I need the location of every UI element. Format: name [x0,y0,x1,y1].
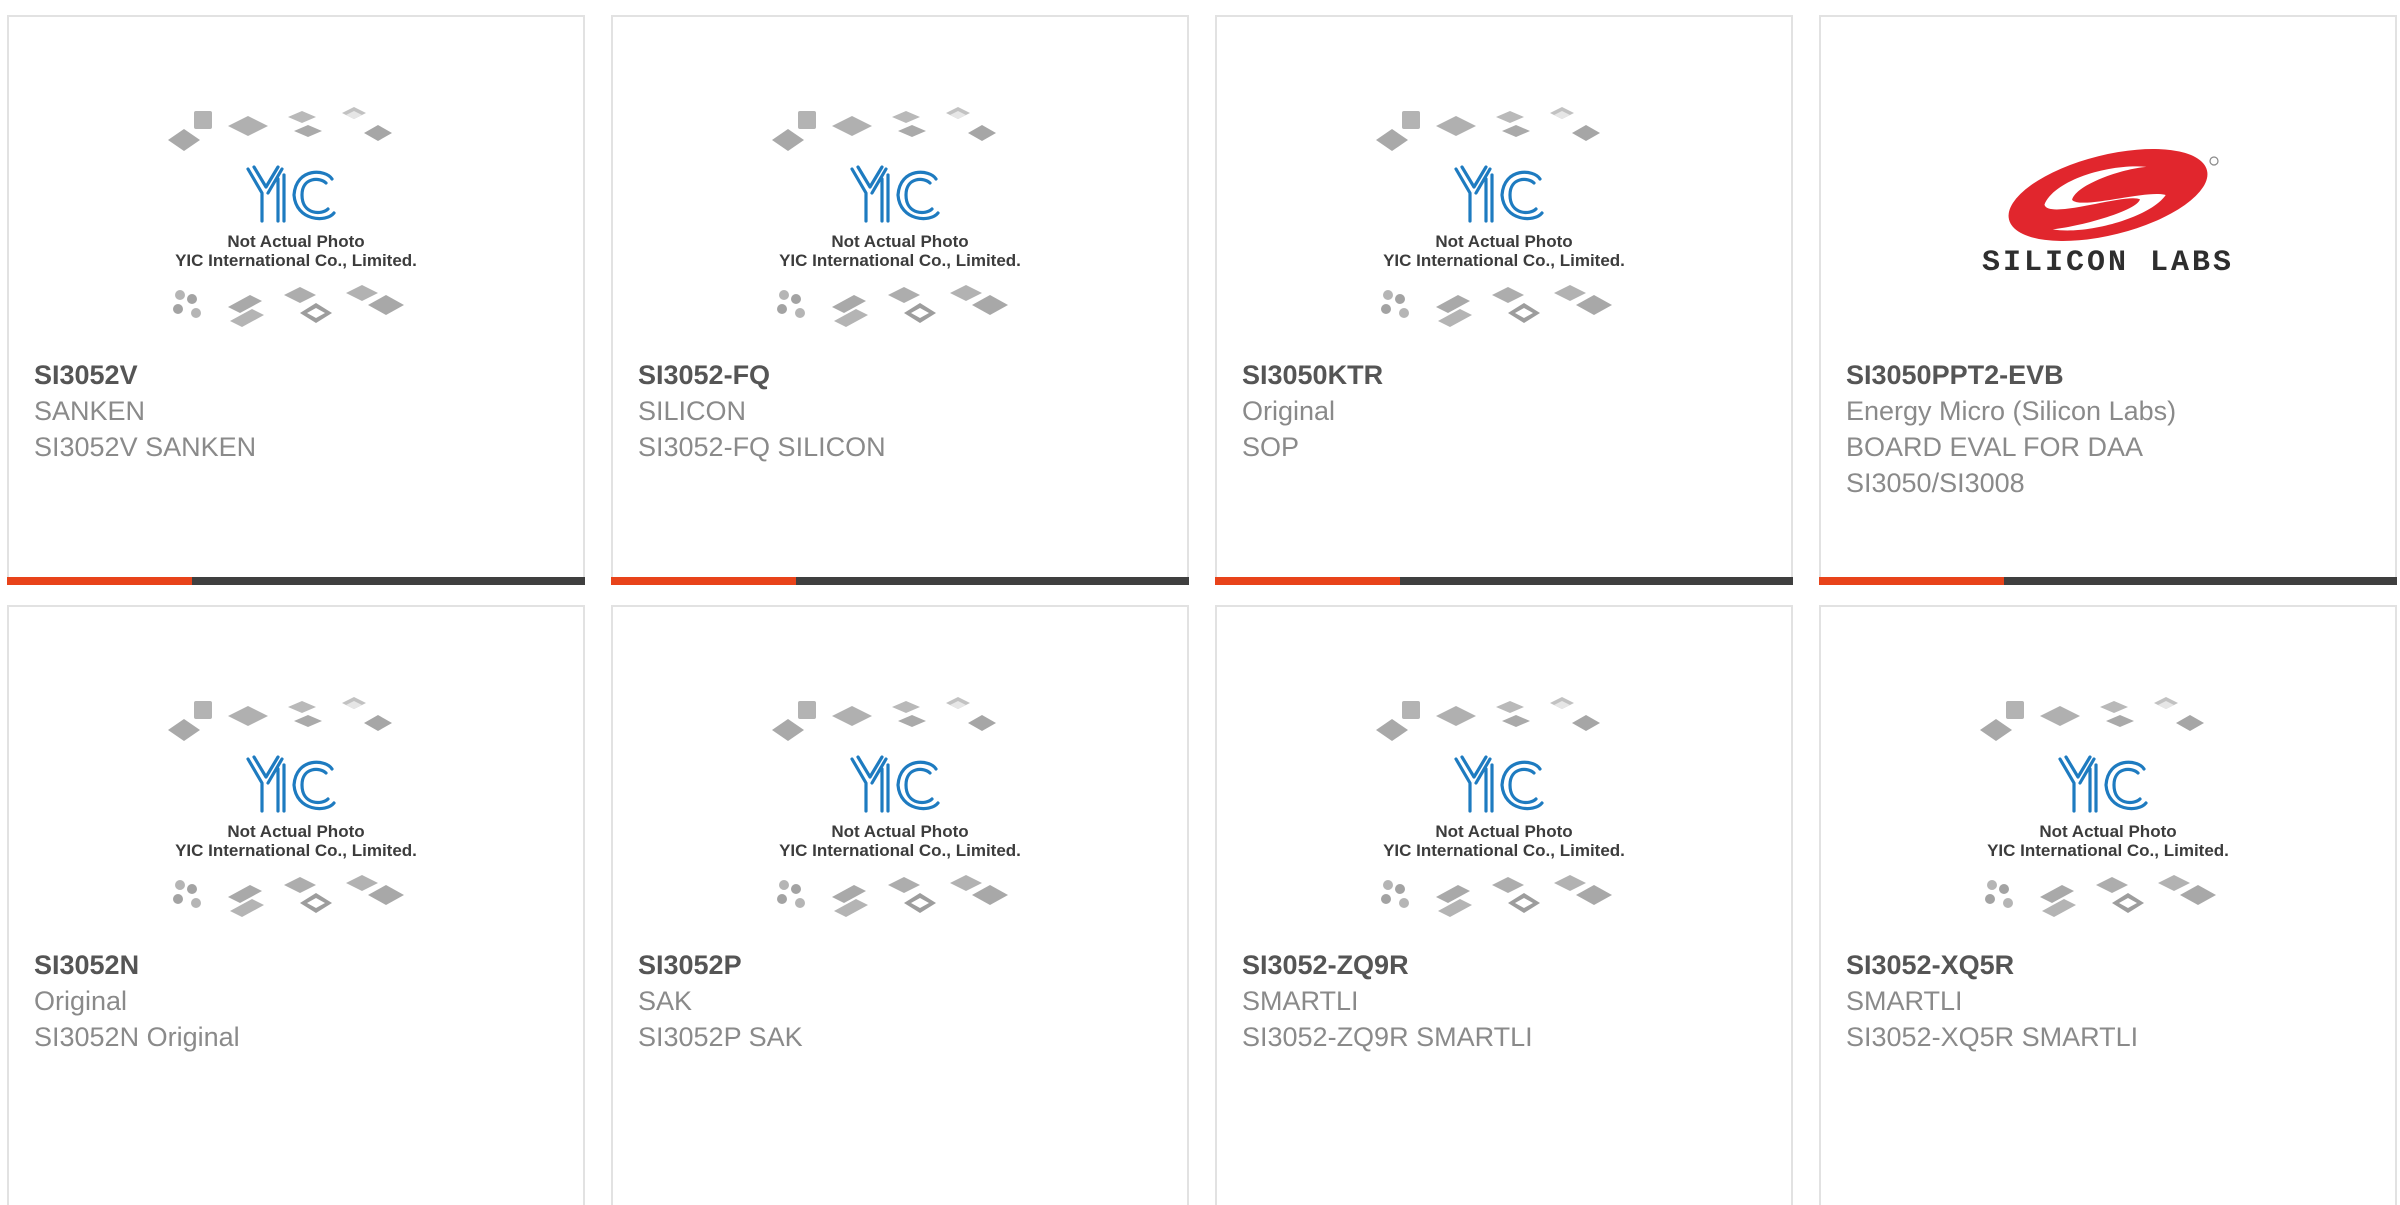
description-text: SI3052-ZQ9R SMARTLI [1242,1022,1533,1052]
svg-text:Not Actual Photo: Not Actual Photo [1435,232,1572,251]
card-accent-bar [1215,577,1400,585]
product-card[interactable]: Not Actual Photo YIC International Co., … [611,15,1189,585]
product-card[interactable]: Not Actual Photo YIC International Co., … [7,15,585,585]
description-text: SI3052N Original [34,1022,240,1052]
part-number-link[interactable]: SI3052N [34,947,563,983]
svg-text:Not Actual Photo: Not Actual Photo [1435,822,1572,841]
card-accent-bar [1819,577,2004,585]
card-bottom-bar [7,577,585,585]
svg-text:YIC International Co., Limited: YIC International Co., Limited. [1383,841,1625,860]
svg-text:Not Actual Photo: Not Actual Photo [2039,822,2176,841]
svg-text:Not Actual Photo: Not Actual Photo [831,232,968,251]
description-text-line2: SI3050/SI3008 [1846,468,2025,498]
svg-text:YIC International Co., Limited: YIC International Co., Limited. [1987,841,2229,860]
product-image[interactable]: SILICON LABS [1821,77,2395,362]
part-number-link[interactable]: SI3050PPT2-EVB [1846,357,2375,393]
svg-text:YIC International Co., Limited: YIC International Co., Limited. [175,251,417,270]
card-bottom-bar [1819,577,2397,585]
svg-text:YIC International Co., Limited: YIC International Co., Limited. [779,841,1021,860]
brand-text: SMARTLI [1242,986,1359,1016]
part-number-link[interactable]: SI3052V [34,357,563,393]
product-image[interactable]: Not Actual Photo YIC International Co., … [9,77,583,362]
yic-placeholder-image: Not Actual Photo YIC International Co., … [770,104,1021,329]
product-image[interactable]: Not Actual Photo YIC International Co., … [1821,667,2395,952]
brand-text: SANKEN [34,396,146,426]
silicon-labs-logo: SILICON LABS [1982,148,2234,280]
part-number-link[interactable]: SI3052P [638,947,1167,983]
description-text: BOARD EVAL FOR DAA [1846,432,2144,462]
yic-placeholder-image: Not Actual Photo YIC International Co., … [1374,694,1625,919]
part-number-link[interactable]: SI3052-FQ [638,357,1167,393]
brand-text: Original [1242,396,1336,426]
product-image[interactable]: Not Actual Photo YIC International Co., … [1217,77,1791,362]
product-card[interactable]: Not Actual Photo YIC International Co., … [1819,605,2397,1205]
svg-text:YIC International Co., Limited: YIC International Co., Limited. [175,841,417,860]
card-bottom-bar [611,577,1189,585]
yic-placeholder-image: Not Actual Photo YIC International Co., … [166,104,417,329]
product-image[interactable]: Not Actual Photo YIC International Co., … [1217,667,1791,952]
svg-text:YIC International Co., Limited: YIC International Co., Limited. [779,251,1021,270]
card-accent-bar [611,577,796,585]
yic-placeholder-image: Not Actual Photo YIC International Co., … [770,694,1021,919]
card-accent-bar [7,577,192,585]
product-image[interactable]: Not Actual Photo YIC International Co., … [9,667,583,952]
svg-text:Not Actual Photo: Not Actual Photo [227,822,364,841]
product-card[interactable]: Not Actual Photo YIC International Co., … [7,605,585,1205]
part-number-link[interactable]: SI3052-ZQ9R [1242,947,1771,983]
svg-text:Not Actual Photo: Not Actual Photo [831,822,968,841]
brand-text: SMARTLI [1846,986,1963,1016]
description-text: SI3052V SANKEN [34,432,257,462]
description-text: SI3052-XQ5R SMARTLI [1846,1022,2139,1052]
card-bottom-bar [1215,577,1793,585]
brand-text: SILICON [638,396,747,426]
description-text: SI3052P SAK [638,1022,803,1052]
svg-text:Not Actual Photo: Not Actual Photo [227,232,364,251]
brand-text: Original [34,986,128,1016]
svg-text:SILICON LABS: SILICON LABS [1982,246,2234,280]
product-card[interactable]: Not Actual Photo YIC International Co., … [1215,15,1793,585]
product-card[interactable]: Not Actual Photo YIC International Co., … [1215,605,1793,1205]
product-card[interactable]: SILICON LABS SI3050PPT2-EVB Energy Micro… [1819,15,2397,585]
part-number-link[interactable]: SI3052-XQ5R [1846,947,2375,983]
product-grid: Not Actual Photo YIC International Co., … [0,0,2400,1205]
description-text: SOP [1242,432,1300,462]
yic-placeholder-image: Not Actual Photo YIC International Co., … [1374,104,1625,329]
description-text: SI3052-FQ SILICON [638,432,886,462]
svg-text:YIC International Co., Limited: YIC International Co., Limited. [1383,251,1625,270]
product-card[interactable]: Not Actual Photo YIC International Co., … [611,605,1189,1205]
yic-placeholder-image: Not Actual Photo YIC International Co., … [1978,694,2229,919]
yic-placeholder-image: Not Actual Photo YIC International Co., … [166,694,417,919]
brand-text: SAK [638,986,693,1016]
product-image[interactable]: Not Actual Photo YIC International Co., … [613,667,1187,952]
brand-text: Energy Micro (Silicon Labs) [1846,396,2177,426]
product-image[interactable]: Not Actual Photo YIC International Co., … [613,77,1187,362]
part-number-link[interactable]: SI3050KTR [1242,357,1771,393]
